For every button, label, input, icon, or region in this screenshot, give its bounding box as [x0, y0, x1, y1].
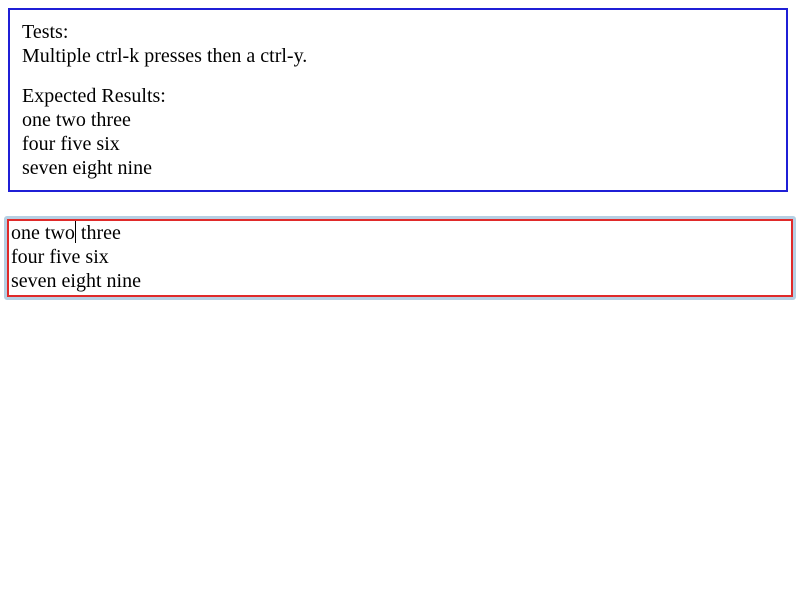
editor-line-1[interactable]: one two three — [11, 221, 791, 245]
expected-results-heading: Expected Results: — [22, 85, 166, 107]
expected-line-1: one two three — [22, 109, 131, 131]
editor-line-3[interactable]: seven eight nine — [11, 269, 791, 293]
editable-text-area[interactable]: one two three four five six seven eight … — [7, 219, 793, 297]
expected-line-3: seven eight nine — [22, 157, 152, 179]
editor-line-1-after-caret[interactable]: three — [76, 222, 121, 244]
expected-line-2: four five six — [22, 133, 120, 155]
tests-heading: Tests: — [22, 21, 69, 43]
tests-description: Multiple ctrl-k presses then a ctrl-y. — [22, 45, 308, 67]
editor-line-1-before-caret[interactable]: one two — [11, 222, 75, 244]
editor-line-2[interactable]: four five six — [11, 245, 791, 269]
test-description-box: Tests: Multiple ctrl-k presses then a ct… — [8, 8, 788, 192]
